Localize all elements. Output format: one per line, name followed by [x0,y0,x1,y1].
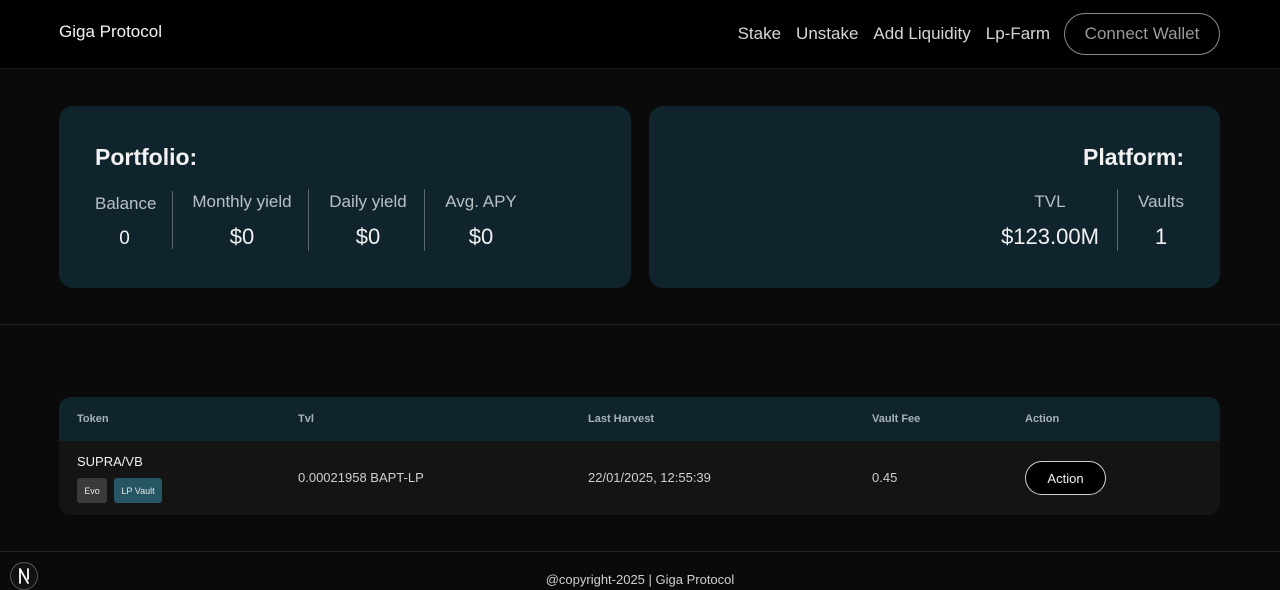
nav-link-stake[interactable]: Stake [738,24,781,44]
token-name: SUPRA/VB [77,454,143,469]
stat-label: Monthly yield [192,192,292,211]
stat-daily-yield: Daily yield $0 [328,192,408,250]
table-header: Token Tvl Last Harvest Vault Fee Action [59,397,1220,441]
stat-value: 0 [119,228,130,249]
stat-label: Balance [95,194,157,213]
action-button[interactable]: Action [1025,461,1106,495]
cell-vault-fee: 0.45 [872,470,898,485]
stat-divider [308,189,309,251]
stat-value: $0 [468,224,494,249]
section-divider [0,324,1280,325]
cell-tvl: 0.00021958 BAPT-LP [298,470,424,485]
stat-label: TVL [1034,192,1066,211]
stat-vaults: Vaults 1 [1133,192,1189,250]
stat-value: 1 [1154,224,1168,249]
column-header-tvl: Tvl [298,413,314,425]
column-header-action: Action [1025,413,1060,425]
stat-value: $123.00M [1001,224,1099,249]
column-header-last-harvest: Last Harvest [588,413,655,425]
brand-logo-text[interactable]: Giga Protocol [59,22,162,42]
nav-links: Stake Unstake Add Liquidity Lp-Farm Conn… [738,13,1220,55]
lightning-bolt-icon[interactable] [10,562,38,590]
tag-lp-vault: LP Vault [114,478,162,503]
stat-tvl: TVL $123.00M [994,192,1106,250]
column-header-token: Token [77,413,109,425]
platform-title: Platform: [1083,144,1184,170]
footer-copyright: @copyright-2025 | Giga Protocol [545,572,735,587]
portfolio-card: Portfolio: Balance 0 Monthly yield $0 Da… [59,106,631,288]
stat-label: Daily yield [329,192,407,211]
column-header-vault-fee: Vault Fee [872,413,921,425]
tag-evo: Evo [77,478,107,503]
stat-avg-apy: Avg. APY $0 [443,192,519,250]
top-navbar: Giga Protocol Stake Unstake Add Liquidit… [0,0,1280,69]
platform-card: Platform: TVL $123.00M Vaults 1 [649,106,1220,288]
vaults-table: Token Tvl Last Harvest Vault Fee Action … [59,397,1220,515]
connect-wallet-button[interactable]: Connect Wallet [1064,13,1220,55]
nav-link-add-liquidity[interactable]: Add Liquidity [873,24,970,44]
stat-value: $0 [229,224,255,249]
stat-monthly-yield: Monthly yield $0 [192,192,292,250]
nav-link-unstake[interactable]: Unstake [796,24,858,44]
stat-balance: Balance 0 [95,194,157,250]
nav-link-lp-farm[interactable]: Lp-Farm [986,24,1050,44]
portfolio-title: Portfolio: [95,144,198,170]
lightning-bolt-icon-glyph [19,568,29,584]
stat-value: $0 [355,224,381,249]
stat-divider [172,191,173,249]
cell-last-harvest: 22/01/2025, 12:55:39 [588,470,711,485]
stat-divider [1117,189,1118,251]
stat-divider [424,189,425,251]
stat-label: Vaults [1138,192,1184,211]
footer-divider [0,551,1280,552]
stat-label: Avg. APY [445,192,517,211]
